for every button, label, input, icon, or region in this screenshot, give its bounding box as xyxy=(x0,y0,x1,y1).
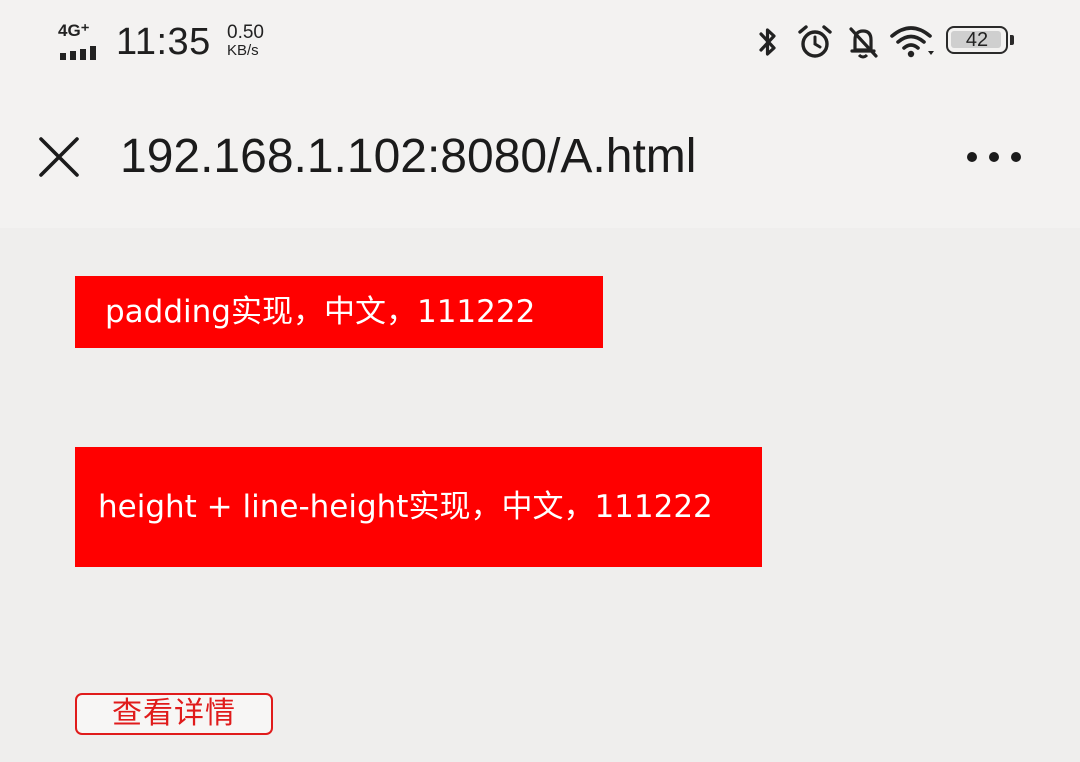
page-content: padding实现，中文，111222 height + line-height… xyxy=(0,228,1080,762)
network-speed-unit: KB/s xyxy=(227,42,259,59)
bluetooth-icon xyxy=(759,28,776,56)
battery-icon: 42 xyxy=(946,26,1018,58)
network-speed: 0.50 KB/s xyxy=(227,22,277,59)
status-bar: 4G⁺ 11:35 0.50 KB/s 42 xyxy=(0,0,1080,86)
network-type-label: 4G⁺ xyxy=(58,21,90,40)
close-icon xyxy=(39,137,79,177)
browser-title-bar: 192.168.1.102:8080/A.html xyxy=(0,86,1080,228)
line-height-demo-box: height + line-height实现，中文，111222 xyxy=(75,447,762,567)
clock-time: 11:35 xyxy=(116,21,211,63)
notifications-off-icon xyxy=(849,27,878,59)
network-speed-value: 0.50 xyxy=(227,22,264,43)
close-button[interactable] xyxy=(26,124,92,190)
more-options-button[interactable] xyxy=(956,124,1032,190)
more-dots-icon xyxy=(967,152,1021,162)
view-details-button[interactable]: 查看详情 xyxy=(75,693,273,735)
alarm-icon xyxy=(798,25,832,58)
battery-tip xyxy=(1010,35,1014,45)
cellular-signal: 4G⁺ xyxy=(58,21,104,60)
wifi-icon xyxy=(890,26,934,58)
page-url-title: 192.168.1.102:8080/A.html xyxy=(120,130,697,183)
padding-demo-box: padding实现，中文，111222 xyxy=(75,276,603,348)
signal-bars-icon xyxy=(60,46,96,60)
battery-level: 42 xyxy=(965,29,989,51)
